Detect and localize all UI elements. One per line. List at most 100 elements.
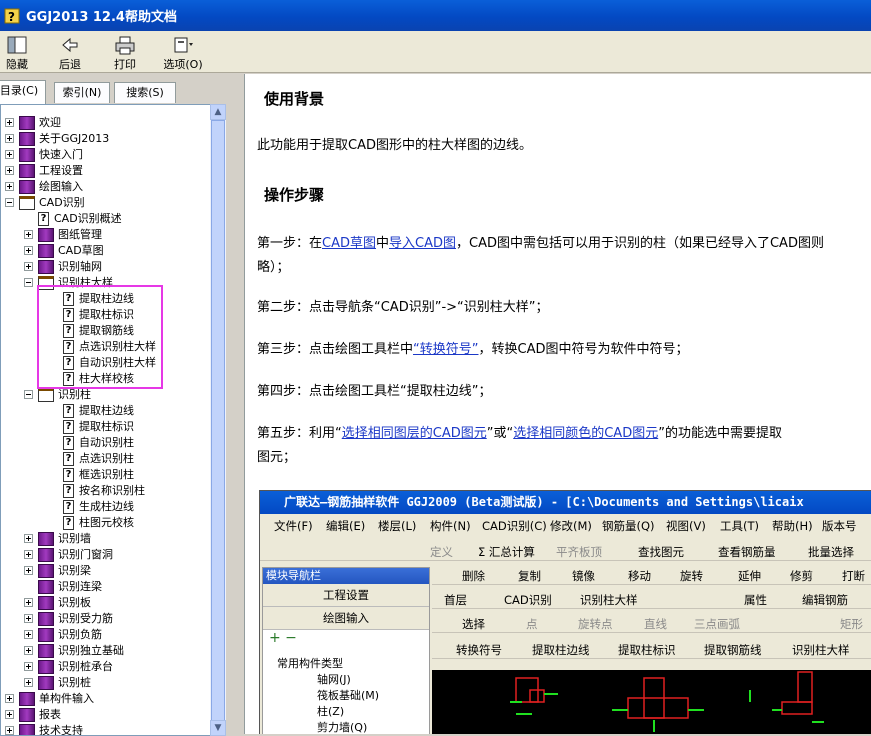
step-1-text-b: 中 [376,236,390,251]
tree-item[interactable]: ? 柱图元校核 [1,515,211,531]
hide-button[interactable]: 隐藏 [0,33,42,72]
rotate-point-tool: 旋转点 [578,617,613,631]
expand-plus-icon[interactable] [24,646,33,655]
expand-plus-icon[interactable] [24,662,33,671]
tree-item-label: 单构件输入 [39,692,94,705]
help-page-icon: ? [38,212,49,226]
tree-item[interactable]: CAD识别 [1,195,211,211]
tab-search[interactable]: 搜索(S) [114,82,176,103]
tree-item[interactable]: 快速入门 [1,147,211,163]
tree-item[interactable]: 关于GGJ2013 [1,131,211,147]
link-import-cad[interactable]: 导入CAD图 [389,236,456,251]
tree-item[interactable]: 识别独立基础 [1,643,211,659]
tree-item[interactable]: 识别桩 [1,675,211,691]
collapse-minus-icon[interactable] [24,278,33,287]
tree-item[interactable]: 识别柱 [1,387,211,403]
tree-scrollbar[interactable]: ▲ ▼ [210,104,226,736]
expand-plus-icon[interactable] [5,710,14,719]
scroll-up-arrow-icon[interactable]: ▲ [210,104,226,120]
delete-button: 删除 [462,569,485,583]
tree-item[interactable]: ? 点选识别柱 [1,451,211,467]
tree-item[interactable]: ? 提取柱边线 [1,403,211,419]
tree-item[interactable]: 识别受力筋 [1,611,211,627]
tree-item[interactable]: 识别板 [1,595,211,611]
embedded-toolbar-3: 首层 CAD识别 识别柱大样 属性 编辑钢筋 [432,587,871,609]
book-icon [38,260,54,274]
tree-item[interactable]: 识别墙 [1,531,211,547]
back-button[interactable]: 后退 [45,33,95,72]
link-same-layer[interactable]: 选择相同图层的CAD图元 [342,426,487,441]
expand-plus-icon[interactable] [5,118,14,127]
expand-plus-icon[interactable] [24,598,33,607]
step-1-text-c: ，CAD图中需包括可以用于识别的柱（如果已经导入了CAD图则 [456,236,824,251]
expand-plus-icon[interactable] [24,614,33,623]
tree-item[interactable]: ? CAD识别概述 [1,211,211,227]
nav-expand-collapse-icons: + − [269,630,297,646]
expand-plus-icon[interactable] [24,230,33,239]
step-1: 第一步：在CAD草图中导入CAD图，CAD图中需包括可以用于识别的柱（如果已经导… [257,232,824,256]
collapse-minus-icon[interactable] [5,198,14,207]
tree-item[interactable]: 识别梁 [1,563,211,579]
nav-tree-item: 柱(Z) [317,705,345,718]
tree-item[interactable]: 报表 [1,707,211,723]
link-convert-symbol[interactable]: “转换符号” [413,342,478,357]
tree-item[interactable]: 绘图输入 [1,179,211,195]
help-page-icon: ? [63,468,74,482]
expand-plus-icon[interactable] [5,182,14,191]
embedded-toolbar-4: 选择 点 旋转点 直线 三点画弧 矩形 [432,611,871,633]
expand-plus-icon[interactable] [24,534,33,543]
collapse-minus-icon[interactable] [24,390,33,399]
expand-plus-icon[interactable] [5,166,14,175]
tree-item[interactable]: 识别轴网 [1,259,211,275]
tree-item[interactable]: 工程设置 [1,163,211,179]
options-button[interactable]: 选项(O) [155,33,211,72]
tree-item-label: CAD识别 [39,196,85,209]
tree-item-label: 识别桩承台 [58,660,113,673]
expand-plus-icon[interactable] [24,630,33,639]
tree-item-label: 识别连梁 [58,580,102,593]
help-app-icon: ? [4,8,20,24]
print-button[interactable]: 打印 [100,33,150,72]
tree-item-label: 识别梁 [58,564,91,577]
tree-item[interactable]: CAD草图 [1,243,211,259]
section-heading-background: 使用背景 [264,90,325,108]
tree-item[interactable]: ? 提取柱标识 [1,419,211,435]
tree-item[interactable]: 图纸管理 [1,227,211,243]
expand-plus-icon[interactable] [24,566,33,575]
step-5: 第五步：利用“选择相同图层的CAD图元”或“选择相同颜色的CAD图元”的功能选中… [257,422,782,446]
tree-item[interactable]: 欢迎 [1,115,211,131]
tree-item[interactable]: ? 生成柱边线 [1,499,211,515]
tree-item-label: 识别板 [58,596,91,609]
tree-item[interactable]: 单构件输入 [1,691,211,707]
expand-plus-icon[interactable] [5,150,14,159]
tab-contents[interactable]: 目录(C) [0,80,46,104]
contents-tree: 欢迎 关于GGJ2013 快速入门 工程设置 绘图输入 CAD识别 ? CAD识别概述 图纸管理… [0,104,226,736]
tree-item[interactable]: 识别桩承台 [1,659,211,675]
tree-item[interactable]: 识别负筋 [1,627,211,643]
step-3: 第三步：点击绘图工具栏中“转换符号”，转换CAD图中符号为软件中符号； [257,338,688,362]
tree-item[interactable]: ? 自动识别柱 [1,435,211,451]
hide-icon [0,35,42,55]
tree-item[interactable]: ? 框选识别柱 [1,467,211,483]
tree-item[interactable]: 识别门窗洞 [1,547,211,563]
column-detail-select: 识别柱大样 [580,593,638,607]
tree-item-label: 图纸管理 [58,228,102,241]
tab-index[interactable]: 索引(N) [54,82,110,103]
expand-plus-icon[interactable] [5,694,14,703]
step-5-cont: 图元； [257,450,297,465]
expand-plus-icon[interactable] [24,246,33,255]
scroll-thumb[interactable] [211,120,225,725]
link-same-color[interactable]: 选择相同颜色的CAD图元 [513,426,658,441]
expand-plus-icon[interactable] [24,550,33,559]
tree-item[interactable]: ? 按名称识别柱 [1,483,211,499]
tree-item[interactable]: 技术支持 [1,723,211,735]
cad-canvas[interactable] [432,670,871,734]
expand-plus-icon[interactable] [24,262,33,271]
expand-plus-icon[interactable] [5,134,14,143]
step-5-text-c: ”的功能选中需要提取 [658,426,782,441]
expand-plus-icon[interactable] [24,678,33,687]
link-cad-sketch[interactable]: CAD草图 [322,236,376,251]
identify-column-detail-button: 识别柱大样 [792,643,850,657]
tree-item[interactable]: 识别连梁 [1,579,211,595]
tree-item-label: 按名称识别柱 [79,484,145,497]
